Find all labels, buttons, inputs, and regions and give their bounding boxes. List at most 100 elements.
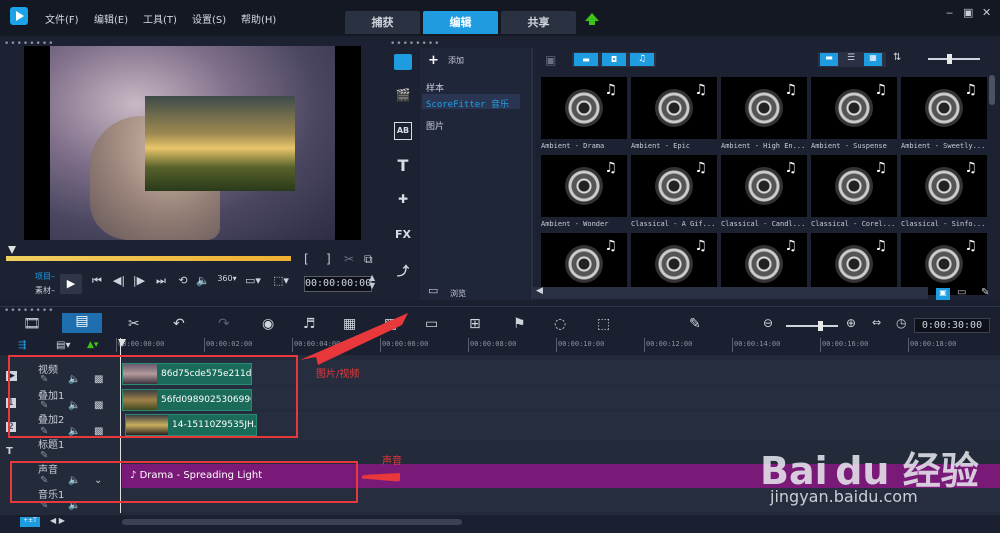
next-frame-icon[interactable]: |▶ bbox=[128, 274, 150, 294]
project-duration[interactable]: 0:00:30:00 bbox=[914, 318, 990, 333]
360-icon[interactable]: 360▾ bbox=[216, 274, 238, 294]
zoom-slider-handle[interactable] bbox=[818, 321, 823, 331]
repeat-icon[interactable]: ⟲ bbox=[172, 274, 194, 294]
mark-in-button[interactable]: [ bbox=[304, 252, 309, 266]
menu-file[interactable]: 文件(F) bbox=[45, 11, 79, 26]
close-button[interactable]: ✕ bbox=[982, 6, 991, 19]
library-item[interactable]: ♫ bbox=[721, 233, 807, 311]
library-item[interactable]: ♫ bbox=[811, 233, 897, 311]
view-grid-icon[interactable]: ▦ bbox=[864, 53, 882, 66]
filter-audio-icon[interactable]: ♫ bbox=[630, 53, 654, 66]
library-hscroll[interactable]: ◀ bbox=[533, 286, 928, 299]
transition-icon[interactable]: AB bbox=[394, 122, 412, 140]
timeline-ruler[interactable]: 00:00:00:00 00:00:02:00 00:00:04:00 00:00:0… bbox=[116, 338, 1000, 354]
smart-proxy-icon[interactable]: ✎ bbox=[689, 316, 701, 332]
aspect-icon[interactable]: ▭▾ bbox=[242, 274, 264, 294]
import-folder-icon[interactable]: ▣ bbox=[545, 53, 556, 67]
thumb-size-slider[interactable] bbox=[928, 58, 980, 60]
tools-icon[interactable]: ✂ bbox=[128, 316, 140, 332]
fx-icon[interactable]: FX bbox=[394, 228, 412, 246]
end-icon[interactable]: ⏭ bbox=[150, 274, 172, 294]
filter-photo-icon[interactable]: ◘ bbox=[602, 53, 626, 66]
library-item[interactable]: ♫ Ambient - Suspense bbox=[811, 77, 897, 155]
library-item[interactable]: ♫ Ambient - Wonder bbox=[541, 155, 627, 233]
restore-button[interactable]: ▣ bbox=[963, 6, 973, 19]
timeline-hscroll[interactable] bbox=[122, 519, 462, 525]
clip-mode-label[interactable]: 素材– bbox=[35, 285, 55, 296]
panel-grip[interactable]: •••••••• bbox=[4, 306, 54, 316]
library-item[interactable]: ♫ Classical - Corel... bbox=[811, 155, 897, 233]
scissors-icon[interactable]: ✂ bbox=[344, 252, 354, 266]
library-item[interactable]: ♫ Ambient - Drama bbox=[541, 77, 627, 155]
library-scrollbar[interactable] bbox=[989, 75, 995, 105]
storyboard-view-icon[interactable]: 🎞 bbox=[23, 316, 41, 332]
record-capture-icon[interactable]: ◉ bbox=[262, 316, 274, 332]
project-mode-label[interactable]: 项目– bbox=[35, 271, 55, 282]
menu-tools[interactable]: 工具(T) bbox=[143, 11, 177, 26]
library-item[interactable]: ♫ bbox=[631, 233, 717, 311]
zoom-in-icon[interactable]: ⊕ bbox=[846, 316, 856, 330]
edit-panel-icon[interactable]: ✎ bbox=[981, 287, 989, 298]
library-item[interactable]: ♫ Classical - Candl... bbox=[721, 155, 807, 233]
browse-icon[interactable]: ▭ bbox=[428, 284, 438, 297]
undo-icon[interactable]: ↶ bbox=[173, 316, 185, 332]
play-button[interactable]: ▶ bbox=[60, 274, 82, 294]
mask-creator-icon[interactable]: ◌ bbox=[554, 316, 566, 332]
crop-icon[interactable]: ⬚▾ bbox=[270, 274, 292, 294]
upgrade-arrow-icon[interactable] bbox=[585, 13, 599, 25]
track-manager-icon[interactable]: ⇶ bbox=[18, 340, 26, 351]
menu-help[interactable]: 帮助(H) bbox=[241, 11, 276, 26]
media-category-icon[interactable] bbox=[394, 54, 412, 70]
home-icon[interactable]: ⏮ bbox=[86, 274, 108, 294]
browse-label[interactable]: 浏览 bbox=[450, 288, 466, 299]
view-list-icon[interactable]: ☰ bbox=[842, 53, 860, 66]
library-item[interactable]: ♫ Ambient - High En... bbox=[721, 77, 807, 155]
timecode-stepper-icon[interactable]: ▲ ▼ bbox=[369, 274, 375, 290]
minimize-button[interactable]: ‒ bbox=[946, 6, 953, 19]
tab-capture[interactable]: 捕获 bbox=[345, 11, 420, 34]
title1-edit-icon[interactable]: ✎ bbox=[40, 450, 48, 461]
library-item[interactable]: ♫ Ambient - Sweetly... bbox=[901, 77, 987, 155]
tab-share[interactable]: 共享 bbox=[501, 11, 576, 34]
zoom-out-icon[interactable]: ⊖ bbox=[763, 316, 773, 330]
volume-icon[interactable]: 🔈 bbox=[192, 274, 214, 294]
library-item[interactable]: ♫ Ambient - Epic bbox=[631, 77, 717, 155]
trim-start-marker-icon[interactable] bbox=[8, 246, 16, 254]
menu-edit[interactable]: 编辑(E) bbox=[94, 11, 128, 26]
folder-images[interactable]: 图片 bbox=[426, 119, 444, 132]
instant-project-icon[interactable]: 🎬 bbox=[394, 88, 412, 106]
filter-video-icon[interactable]: ▬ bbox=[574, 53, 598, 66]
chapter-icon[interactable]: ▤▾ bbox=[56, 340, 70, 351]
sort-icon[interactable]: ⇅ bbox=[893, 52, 901, 63]
subtitle-editor-icon[interactable]: ▭ bbox=[425, 316, 438, 332]
view-large-icon[interactable]: ▬ bbox=[820, 53, 838, 66]
time-remapping-icon[interactable]: ⚑ bbox=[513, 316, 526, 332]
tab-edit[interactable]: 编辑 bbox=[423, 11, 498, 34]
ripple-edit-icon[interactable]: ▲▾ bbox=[87, 340, 98, 350]
folder-scorefitter[interactable]: ScoreFitter 音乐 bbox=[426, 97, 509, 110]
library-item[interactable]: ♫ bbox=[541, 233, 627, 311]
timeline-view-icon[interactable]: ▤ bbox=[62, 313, 102, 333]
multi-camera-icon[interactable]: ⊞ bbox=[469, 316, 481, 332]
add-folder-icon[interactable]: + bbox=[428, 53, 439, 68]
library-panel-icon[interactable]: ▣ bbox=[936, 288, 950, 300]
path-icon[interactable]: ⤴ bbox=[394, 262, 412, 280]
thumb-size-slider-handle[interactable] bbox=[947, 54, 952, 64]
fit-project-icon[interactable]: ⇔ bbox=[872, 316, 881, 329]
title-icon[interactable]: T bbox=[394, 156, 412, 175]
graphic-icon[interactable]: ✚ bbox=[394, 192, 412, 210]
zoom-slider[interactable] bbox=[786, 325, 838, 327]
preview-overlay-image[interactable] bbox=[145, 96, 295, 191]
options-panel-icon[interactable]: ▭ bbox=[957, 287, 966, 298]
library-item[interactable]: ♫ Classical - Sinfo... bbox=[901, 155, 987, 233]
menu-settings[interactable]: 设置(S) bbox=[192, 11, 226, 26]
previous-frame-icon[interactable]: ◀| bbox=[108, 274, 130, 294]
scroll-arrows-icon[interactable]: ◀ ▶ bbox=[50, 516, 65, 525]
pan-zoom-icon[interactable]: ⬚ bbox=[597, 316, 610, 332]
mark-out-button[interactable]: ] bbox=[326, 252, 331, 266]
zoom-level-icon[interactable]: +±T bbox=[20, 517, 40, 527]
player-timecode[interactable]: 00:00:00:00 bbox=[304, 276, 372, 292]
enlarge-icon[interactable]: ⧉ bbox=[364, 252, 373, 267]
library-item[interactable]: ♫ Classical - A Gif... bbox=[631, 155, 717, 233]
add-folder-label[interactable]: 添加 bbox=[448, 55, 464, 66]
